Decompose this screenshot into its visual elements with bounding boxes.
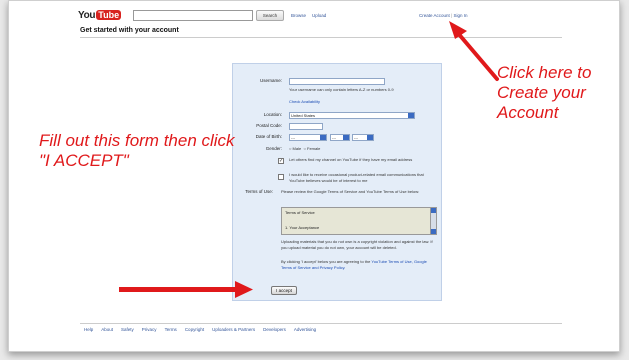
arrow-to-accept-button [119,281,253,298]
screenshot-frame: You Tube Search Browse Upload Create Acco… [8,0,620,352]
arrow-to-create-account [449,21,499,81]
annotation-arrows [119,21,499,298]
